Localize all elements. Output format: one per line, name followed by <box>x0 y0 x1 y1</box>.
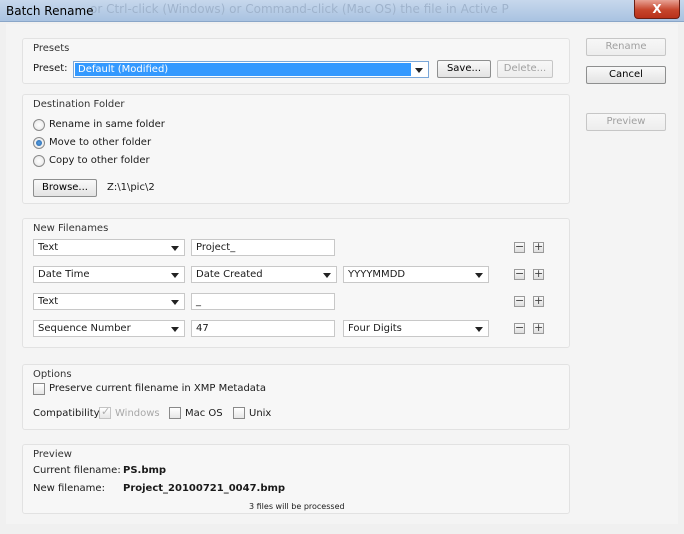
new-filenames-group-title: New Filenames <box>33 223 109 234</box>
destination-group-title: Destination Folder <box>33 99 125 110</box>
row2-add-button[interactable]: + <box>533 268 544 280</box>
row4-digits-value: Four Digits <box>348 323 402 334</box>
radio-move-other-folder[interactable] <box>33 137 45 149</box>
row2-date-select[interactable]: Date Created <box>191 266 337 283</box>
row2-remove-button[interactable]: − <box>514 268 525 280</box>
cancel-button[interactable]: Cancel <box>586 66 666 84</box>
current-filename-value: PS.bmp <box>123 465 167 476</box>
options-group: Options Preserve current filename in XMP… <box>22 364 570 430</box>
row1-text-input[interactable]: Project_ <box>191 239 335 256</box>
radio-label-copy-other[interactable]: Copy to other folder <box>49 155 150 166</box>
row1-type-select[interactable]: Text <box>33 239 185 256</box>
chevron-down-icon <box>171 273 179 278</box>
files-processed-note: 3 files will be processed <box>249 502 345 511</box>
radio-label-move-other[interactable]: Move to other folder <box>49 137 151 148</box>
row4-digits-select[interactable]: Four Digits <box>343 320 489 337</box>
row4-type-select[interactable]: Sequence Number <box>33 320 185 337</box>
preserve-filename-checkbox[interactable] <box>33 383 45 395</box>
presets-group: Presets Preset: Default (Modified) Save.… <box>22 38 570 84</box>
preset-label: Preset: <box>33 63 68 74</box>
rename-button[interactable]: Rename <box>586 38 666 56</box>
row4-text-value: 47 <box>196 323 209 334</box>
new-filename-value: Project_20100721_0047.bmp <box>123 483 286 494</box>
title-bar: or Ctrl-click (Windows) or Command-click… <box>0 0 684 22</box>
row2-type-value: Date Time <box>38 269 90 280</box>
preset-select[interactable]: Default (Modified) <box>73 61 429 78</box>
windows-checkbox[interactable]: ✓ <box>99 405 111 419</box>
radio-rename-same-folder[interactable] <box>33 119 45 131</box>
row4-type-value: Sequence Number <box>38 323 131 334</box>
row3-text-value: _ <box>196 296 201 307</box>
row3-add-button[interactable]: + <box>533 295 544 307</box>
row2-format-value: YYYYMMDD <box>348 269 406 280</box>
current-filename-label: Current filename: <box>33 465 121 476</box>
chevron-down-icon <box>475 327 483 332</box>
row4-add-button[interactable]: + <box>533 322 544 334</box>
chevron-down-icon <box>415 68 423 73</box>
browse-button[interactable]: Browse... <box>33 179 97 197</box>
preserve-filename-label[interactable]: Preserve current filename in XMP Metadat… <box>49 383 266 394</box>
unix-label[interactable]: Unix <box>249 408 271 419</box>
save-preset-button[interactable]: Save... <box>437 60 491 78</box>
unix-checkbox[interactable] <box>233 407 245 419</box>
chevron-down-icon <box>475 273 483 278</box>
checkmark-icon: ✓ <box>101 405 111 418</box>
chevron-down-icon <box>171 246 179 251</box>
row3-type-select[interactable]: Text <box>33 293 185 310</box>
row3-remove-button[interactable]: − <box>514 295 525 307</box>
radio-label-rename-same[interactable]: Rename in same folder <box>49 119 165 130</box>
row4-text-input[interactable]: 47 <box>191 320 335 337</box>
preset-selected-value: Default (Modified) <box>75 63 411 76</box>
row3-text-input[interactable]: _ <box>191 293 335 310</box>
destination-folder-group: Destination Folder Rename in same folder… <box>22 94 570 204</box>
presets-group-title: Presets <box>33 43 70 54</box>
row2-type-select[interactable]: Date Time <box>33 266 185 283</box>
destination-path: Z:\1\pic\2 <box>107 182 155 193</box>
chevron-down-icon <box>171 300 179 305</box>
preview-button[interactable]: Preview <box>586 113 666 131</box>
row1-text-value: Project_ <box>196 242 236 253</box>
row1-remove-button[interactable]: − <box>514 241 525 253</box>
options-group-title: Options <box>33 369 72 380</box>
background-window-text: or Ctrl-click (Windows) or Command-click… <box>90 2 509 16</box>
new-filenames-group: New Filenames Text Project_ − + Date Tim… <box>22 218 570 348</box>
row1-type-value: Text <box>38 242 59 253</box>
row2-date-value: Date Created <box>196 269 263 280</box>
new-filename-label: New filename: <box>33 483 105 494</box>
chevron-down-icon <box>171 327 179 332</box>
macos-checkbox[interactable] <box>169 407 181 419</box>
preview-group: Preview Current filename: PS.bmp New fil… <box>22 444 570 514</box>
preview-group-title: Preview <box>33 449 72 460</box>
row3-type-value: Text <box>38 296 59 307</box>
windows-label[interactable]: Windows <box>115 408 160 419</box>
close-button[interactable]: X <box>634 0 680 19</box>
chevron-down-icon <box>323 273 331 278</box>
radio-copy-other-folder[interactable] <box>33 155 45 167</box>
compatibility-label: Compatibility: <box>33 408 103 419</box>
row1-add-button[interactable]: + <box>533 241 544 253</box>
row2-format-select[interactable]: YYYYMMDD <box>343 266 489 283</box>
delete-preset-button[interactable]: Delete... <box>497 60 553 78</box>
macos-label[interactable]: Mac OS <box>185 408 223 419</box>
row4-remove-button[interactable]: − <box>514 322 525 334</box>
window-title: Batch Rename <box>6 4 94 18</box>
dialog-body: Rename Cancel Preview Presets Preset: De… <box>6 24 678 524</box>
